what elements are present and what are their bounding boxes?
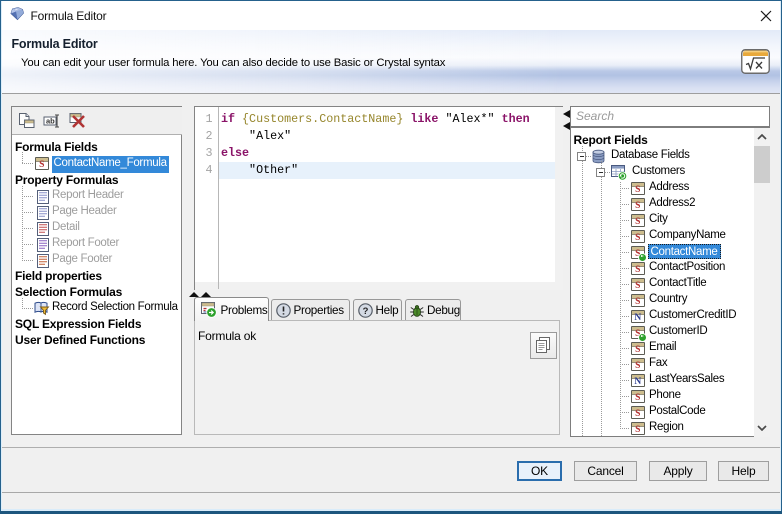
svg-text:?: ? (362, 306, 368, 317)
svg-text:ab: ab (46, 116, 55, 125)
